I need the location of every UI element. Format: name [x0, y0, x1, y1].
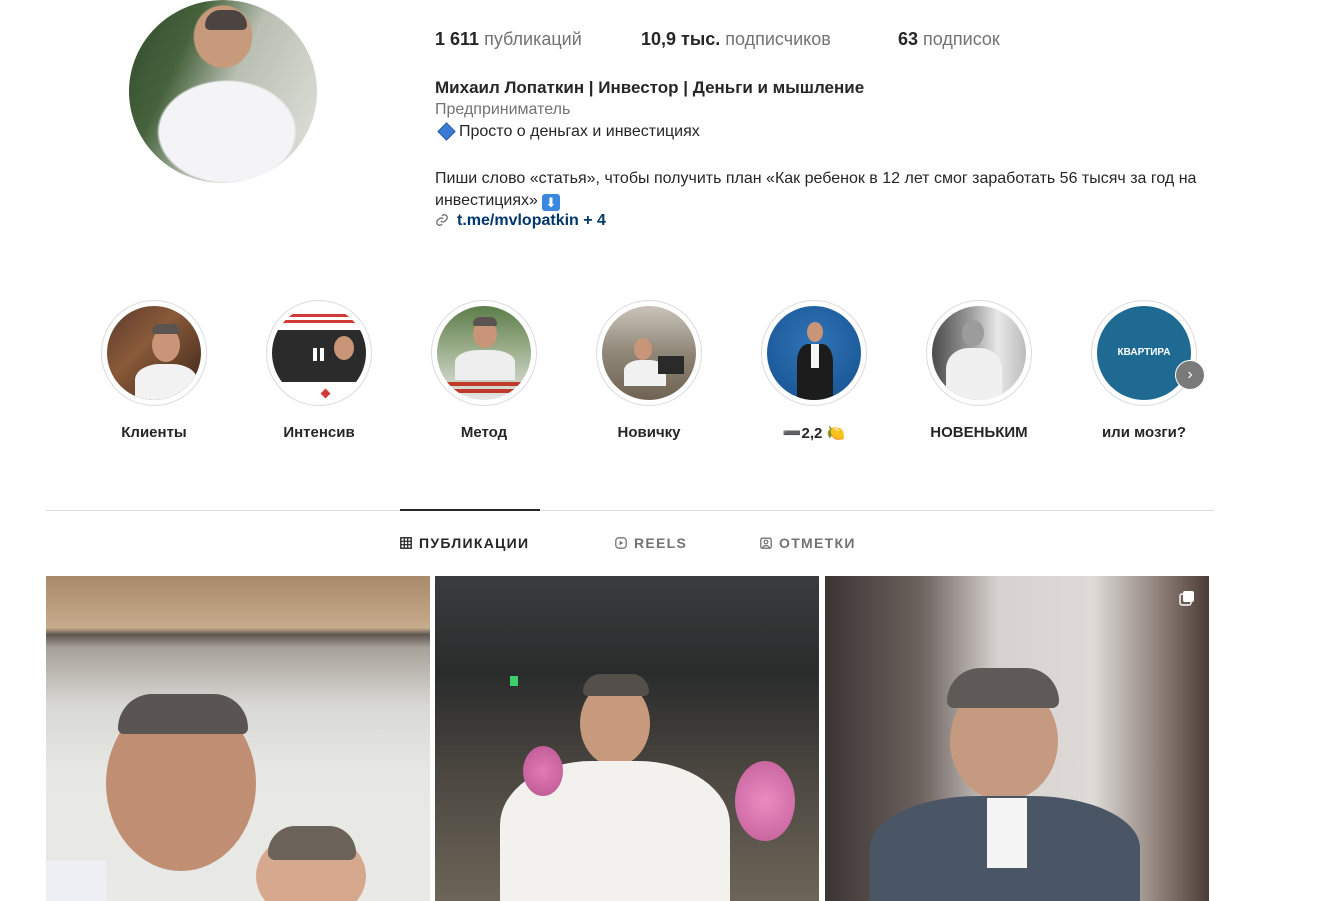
- cover-shirt: [946, 348, 1002, 400]
- avatar-hair: [205, 10, 247, 30]
- profile-avatar[interactable]: [129, 0, 317, 183]
- profile-bio-line2: Пиши слово «статья», чтобы получить план…: [435, 168, 1225, 212]
- highlight-label: НОВЕНЬКИМ: [930, 424, 1028, 441]
- stat-followers-count: 10,9 тыс.: [641, 29, 721, 49]
- highlight-label: Метод: [460, 424, 508, 441]
- highlight-cover: [437, 306, 531, 400]
- highlight-intensive[interactable]: Интенсив: [264, 300, 374, 441]
- carousel-icon: [1179, 591, 1194, 606]
- highlight-newcomers[interactable]: НОВЕНЬКИМ: [924, 300, 1034, 441]
- post-thumbnail[interactable]: [435, 576, 819, 901]
- cover-dark-panel: [272, 330, 366, 382]
- cover-laptop: [658, 356, 684, 374]
- cover-text-line: [445, 382, 523, 386]
- profile-full-name: Михаил Лопаткин | Инвестор | Деньги и мы…: [435, 78, 865, 97]
- highlight-ring: [926, 300, 1032, 406]
- cover-hair: [473, 317, 497, 326]
- post-hair: [583, 674, 649, 696]
- tabs-divider: [46, 510, 1214, 511]
- cover-shirt: [811, 344, 819, 368]
- cover-shirt: [455, 350, 515, 380]
- post-shirt: [987, 798, 1027, 868]
- post-thumbnail[interactable]: [825, 576, 1209, 901]
- cover-banner: [272, 306, 366, 328]
- grid-icon: [400, 537, 412, 549]
- cover-text-line: [278, 314, 360, 317]
- blue-diamond-icon: [437, 122, 456, 141]
- tab-reels-label: REELS: [634, 535, 688, 551]
- highlight-method[interactable]: Метод: [429, 300, 539, 441]
- profile-bio-line1: Просто о деньгах и инвестициях: [435, 122, 700, 141]
- active-tab-indicator: [400, 509, 540, 511]
- highlight-ring: КВАРТИРА: [1091, 300, 1197, 406]
- highlight-cover: [932, 306, 1026, 400]
- stat-following-count: 63: [898, 29, 919, 49]
- reels-icon: [615, 537, 627, 549]
- tab-reels[interactable]: REELS: [615, 535, 687, 551]
- highlight-label: Новичку: [617, 424, 681, 441]
- link-icon: [435, 213, 449, 228]
- highlight-ring: [101, 300, 207, 406]
- highlight-label: ➖2,2 🍋: [782, 425, 846, 442]
- highlight-ring: [761, 300, 867, 406]
- stat-posts-count: 1 611: [435, 29, 480, 49]
- profile-link[interactable]: t.me/mvlopatkin + 4: [435, 212, 606, 230]
- highlight-cover: КВАРТИРА: [1097, 306, 1191, 400]
- stat-following[interactable]: 63 подписок: [898, 29, 1000, 50]
- stat-following-label: подписок: [923, 29, 1000, 49]
- down-arrow-icon: ⬇: [541, 194, 560, 211]
- tab-tagged[interactable]: ОТМЕТКИ: [760, 535, 856, 551]
- highlight-cover: [272, 306, 366, 400]
- highlight-ring: [431, 300, 537, 406]
- tab-posts[interactable]: ПУБЛИКАЦИИ: [400, 535, 529, 551]
- cover-shirt: [135, 364, 197, 400]
- tab-posts-label: ПУБЛИКАЦИИ: [419, 535, 530, 551]
- post-flowers: [735, 761, 795, 841]
- stat-posts: 1 611 публикаций: [435, 29, 582, 50]
- post-hair: [118, 694, 248, 734]
- post-flowers: [523, 746, 563, 796]
- stat-followers-label: подписчиков: [725, 29, 831, 49]
- highlight-ring: [266, 300, 372, 406]
- bio-line1-text: Просто о деньгах и инвестициях: [459, 123, 700, 140]
- post-hair: [947, 668, 1059, 708]
- profile-link-text: t.me/mvlopatkin + 4: [457, 212, 606, 229]
- highlight-clients[interactable]: Клиенты: [99, 300, 209, 441]
- highlight-ring: [596, 300, 702, 406]
- highlight-beginner[interactable]: Новичку: [594, 300, 704, 441]
- cover-face: [807, 322, 823, 342]
- pause-icon: [313, 348, 317, 361]
- tagged-icon: [760, 537, 772, 549]
- profile-category: Предприниматель: [435, 101, 571, 118]
- tab-tagged-label: ОТМЕТКИ: [779, 535, 856, 551]
- post-exit-sign: [510, 676, 518, 686]
- highlight-cover: [602, 306, 696, 400]
- highlight-cover: [767, 306, 861, 400]
- post-clothing: [46, 861, 106, 901]
- stat-posts-label: публикаций: [484, 29, 582, 49]
- cover-face: [334, 336, 354, 360]
- cover-marker: [320, 388, 331, 399]
- cover-text-line: [451, 389, 517, 393]
- cover-face: [634, 338, 652, 360]
- cover-face: [962, 320, 984, 346]
- highlight-label: или мозги?: [1101, 424, 1187, 441]
- stat-followers[interactable]: 10,9 тыс. подписчиков: [641, 29, 831, 50]
- chevron-right-icon[interactable]: ›: [1175, 360, 1205, 390]
- highlight-label: Клиенты: [121, 424, 187, 441]
- highlight-label: Интенсив: [283, 424, 355, 441]
- highlight-cover: [107, 306, 201, 400]
- highlight-lemon[interactable]: ➖2,2 🍋: [759, 300, 869, 442]
- cover-hair: [152, 324, 180, 334]
- pause-icon: [320, 348, 324, 361]
- post-child-hair: [268, 826, 356, 860]
- highlight-cover-text: КВАРТИРА: [1117, 347, 1171, 358]
- post-thumbnail[interactable]: [46, 576, 430, 901]
- cover-text-line: [282, 320, 356, 323]
